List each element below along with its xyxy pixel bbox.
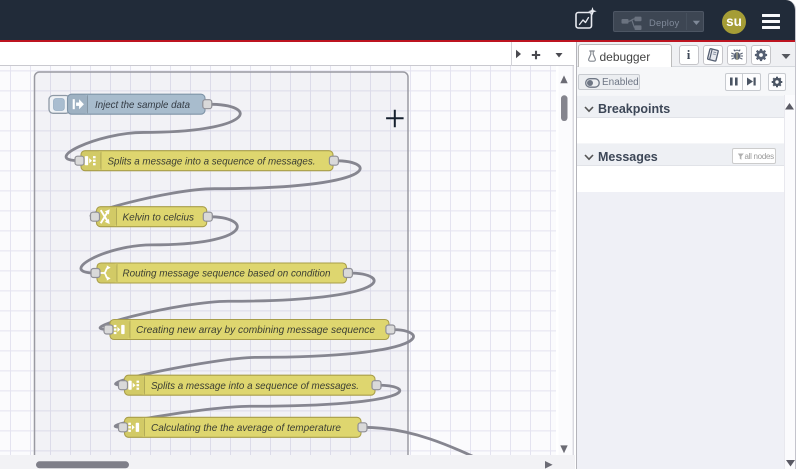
svg-text:i: i xyxy=(687,47,691,62)
svg-text:Inject the sample data: Inject the sample data xyxy=(95,100,190,111)
svg-text:Splits a message into a sequen: Splits a message into a sequence of mess… xyxy=(108,156,316,167)
svg-text:Routing message sequence based: Routing message sequence based on condit… xyxy=(123,269,331,280)
svg-text:Splits a message into a sequen: Splits a message into a sequence of mess… xyxy=(151,381,359,392)
svg-text:Kelvin to celcius: Kelvin to celcius xyxy=(123,212,195,223)
svg-text:Calculating the the average of: Calculating the the average of temperatu… xyxy=(151,423,341,434)
svg-text:Creating new array by combinin: Creating new array by combining message … xyxy=(136,325,375,336)
